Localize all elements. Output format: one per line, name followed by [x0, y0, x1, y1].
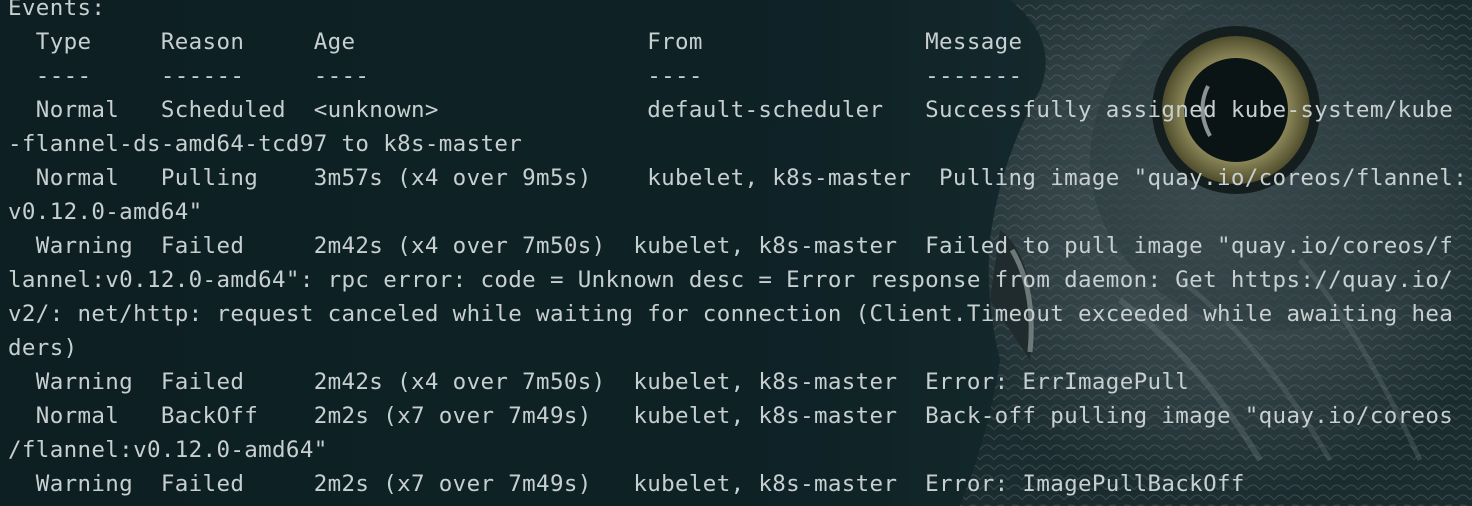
terminal-line: Normal Pulling 3m57s (x4 over 9m5s) kube… — [8, 165, 1468, 191]
terminal-line: ders) — [8, 335, 78, 361]
terminal-line: Events: — [8, 0, 106, 21]
terminal-line: Type Reason Age From Message — [8, 29, 1023, 55]
terminal-line: -flannel-ds-amd64-tcd97 to k8s-master — [8, 131, 523, 157]
terminal-line: v0.12.0-amd64" — [8, 199, 203, 225]
terminal-window[interactable]: Events: Type Reason Age From Message ---… — [0, 0, 1472, 506]
terminal-line: Warning Failed 2m42s (x4 over 7m50s) kub… — [8, 369, 1190, 395]
terminal-line: /flannel:v0.12.0-amd64" — [8, 437, 328, 463]
terminal-line: Warning Failed 2m42s (x4 over 7m50s) kub… — [8, 233, 1454, 259]
terminal-line: Normal Scheduled <unknown> default-sched… — [8, 97, 1454, 123]
terminal-line: Warning Failed 2m2s (x7 over 7m49s) kube… — [8, 471, 1245, 497]
terminal-line: Normal BackOff 2m2s (x7 over 7m49s) kube… — [8, 403, 1454, 429]
terminal-output[interactable]: Events: Type Reason Age From Message ---… — [8, 0, 1467, 501]
terminal-line: lannel:v0.12.0-amd64": rpc error: code =… — [8, 267, 1454, 293]
terminal-line: ---- ------ ---- ---- ------- — [8, 63, 1023, 89]
terminal-line: v2/: net/http: request canceled while wa… — [8, 301, 1454, 327]
